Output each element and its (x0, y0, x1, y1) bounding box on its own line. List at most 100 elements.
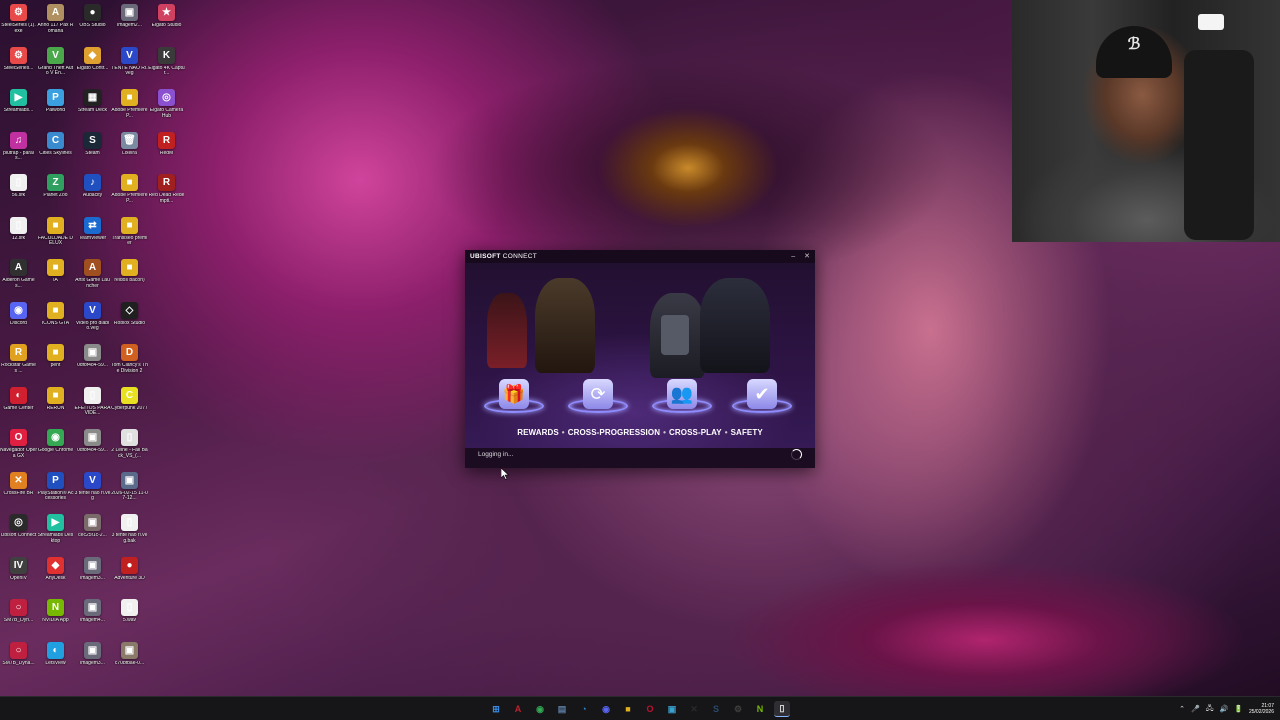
desktop-icon[interactable]: ■ ICONS GTA (37, 301, 74, 345)
taskbar-explorer-files-icon[interactable]: ▤ (554, 701, 570, 717)
desktop-icon[interactable]: R RedM (148, 131, 185, 175)
minimize-button[interactable]: – (791, 253, 795, 260)
desktop-icon[interactable]: V3 tente nao ri.veg (74, 471, 111, 515)
desktop-icon[interactable]: ■ pent (37, 344, 74, 387)
desktop-icon[interactable]: K Elgato 4K Captur... (148, 46, 185, 90)
desktop-icon[interactable]: O Navegador Opera GX (0, 429, 37, 472)
desktop-icon[interactable]: ◆ Elgato Contr... (74, 46, 111, 90)
desktop-icon[interactable]: ◉ Discord (0, 301, 37, 345)
desktop-icon[interactable]: ■ Transiseo premier (111, 216, 148, 260)
taskbar-ubisoft-icon[interactable]: ▯ (774, 701, 790, 717)
taskbar-opera-icon[interactable]: O (642, 701, 658, 717)
desktop-icon[interactable]: ◐ LetsView (37, 641, 74, 685)
desktop-icon[interactable]: ▶ Streamlabs Desktop (37, 514, 74, 557)
desktop-icon[interactable]: V TENTE NAO RI.veg (111, 46, 148, 90)
desktop-icon[interactable]: S Steam (74, 131, 111, 175)
desktop-icon[interactable]: ⚙ SteelSeries (1).exe (0, 4, 37, 47)
desktop-icon[interactable]: ▯ 3 tente nao ri.veg.bak (111, 514, 148, 557)
desktop-icon[interactable]: Z Planet Zoo (37, 174, 74, 217)
window-titlebar[interactable]: UBISOFT CONNECT – ✕ (465, 250, 815, 263)
taskbar-folder-icon[interactable]: ■ (620, 701, 636, 717)
desktop-icon[interactable]: ◇ Roblox Studio (111, 301, 148, 345)
desktop-icon[interactable]: ▣ imagem2... (111, 4, 148, 47)
taskbar-discord-icon[interactable]: ◉ (598, 701, 614, 717)
network-icon[interactable]: 🖧 (1206, 704, 1214, 715)
desktop-icon[interactable]: C Cyberpunk 2077 (111, 386, 148, 430)
desktop-icon-label: Streamlabs Desktop (37, 533, 74, 544)
app-icon: V (121, 46, 138, 64)
desktop-icon[interactable]: ▣ 0df8f484-59... (74, 429, 111, 472)
taskbar-chrome-icon[interactable]: ◉ (532, 701, 548, 717)
taskbar-settings-icon[interactable]: ⚙ (730, 701, 746, 717)
desktop-icon[interactable]: ◎ Elgato Camera Hub (148, 89, 185, 132)
cross-play-feature: 👥 (649, 373, 715, 415)
hero-banner: 🎁 ⟳ 👥 ✔ REWARDS • CROSS-PROGRESSION • CROSS-… (465, 263, 815, 448)
taskbar-steam-icon[interactable]: S (708, 701, 724, 717)
desktop-icon[interactable]: V Video pro diablo.veg (74, 301, 111, 345)
desktop-icon[interactable]: ▯ EFEITOS PARA VIDE... (74, 386, 111, 430)
desktop-icon[interactable]: ▣ c70bfbae-0... (111, 641, 148, 685)
desktop-icon[interactable]: ■ FACULDADE DELUX (37, 216, 74, 260)
taskbar-edge-icon[interactable]: ◔ (576, 701, 592, 717)
desktop-icon[interactable]: ▯ 5.wav (111, 599, 148, 642)
desktop-icon[interactable]: A Alderon Games... (0, 259, 37, 302)
battery-icon[interactable]: 🔋 (1234, 705, 1243, 713)
desktop-icon[interactable]: ● OBS Studio (74, 4, 111, 47)
desktop-icon[interactable]: ◎ Ubisoft Connect (0, 514, 37, 557)
desktop-icon[interactable]: ▶ Streamlabs... (0, 89, 37, 132)
desktop-icon[interactable]: C Cities Skylines (37, 131, 74, 175)
taskbar-nvidia-icon[interactable]: N (752, 701, 768, 717)
desktop-icon[interactable]: ▣ 2026-02-15 11-07-12... (111, 471, 148, 515)
loading-spinner-icon (791, 448, 802, 460)
desktop-icon[interactable]: V Grand Theft Auto V En... (37, 46, 74, 90)
desktop-icon[interactable]: ⚙ SteelSeries... (0, 46, 37, 90)
app-icon: V (84, 301, 101, 319)
desktop-icon[interactable]: ▯ 56.sfk (0, 174, 37, 217)
desktop-icon[interactable]: ▣ cec25f1c-2... (74, 514, 111, 557)
desktop-icon-label: SteelSeries... (3, 65, 34, 71)
desktop-icon[interactable]: 🗑 Lixeira (111, 131, 148, 175)
desktop-icon[interactable]: P PlayStation® Accessories (37, 471, 74, 515)
app-icon: ▯ (84, 386, 101, 404)
microphone-icon[interactable]: 🎤 (1191, 705, 1200, 713)
taskbar-photos-icon[interactable]: ▣ (664, 701, 680, 717)
desktop-icon[interactable]: ▣ imagem4... (74, 599, 111, 642)
desktop-icon[interactable]: ⇄ TeamViewer (74, 216, 111, 260)
desktop-icon[interactable]: ▣ imagem3... (74, 641, 111, 685)
taskbar-app-a-icon[interactable]: A (510, 701, 526, 717)
desktop-icon[interactable]: ★ Elgato Studio (148, 4, 185, 47)
desktop-icon[interactable]: ◉ Google Chrome (37, 429, 74, 472)
close-button[interactable]: ✕ (804, 253, 810, 260)
desktop-icon[interactable]: ♪ Audacity (74, 174, 111, 217)
volume-icon[interactable]: 🔊 (1220, 705, 1229, 713)
desktop-icon[interactable]: A Anno 117 Pax Romana (37, 4, 74, 47)
desktop-icon[interactable]: ○ SM7B_Dyna... (0, 641, 37, 685)
taskbar-start-button-icon[interactable]: ⊞ (488, 701, 504, 717)
desktop-icon[interactable]: A Artix Game Launcher (74, 259, 111, 302)
desktop-icon[interactable]: ● Adventure 3D (111, 556, 148, 600)
desktop-icon[interactable]: N NVIDIA App (37, 599, 74, 642)
desktop-icon[interactable]: ♫ piutrap - parais... (0, 131, 37, 175)
desktop-icon[interactable]: R Red Dead Redempti... (148, 174, 185, 217)
desktop-icon[interactable]: ▣ imagem3... (74, 556, 111, 600)
desktop-icon[interactable]: ■ Adobe Premiere P... (111, 89, 148, 132)
desktop-icon[interactable]: ✕ CrossFire BR (0, 471, 37, 515)
desktop-icon[interactable]: ■ reidos bacon) (111, 259, 148, 302)
desktop-icon[interactable]: P Palworld (37, 89, 74, 132)
desktop-icon[interactable]: R Rockstar Games ... (0, 344, 37, 387)
tray-overflow-chevron-icon[interactable]: ⌃ (1179, 705, 1185, 713)
desktop-icon[interactable]: ▣ 0df8f484-59... (74, 344, 111, 387)
taskbar-xbox-icon[interactable]: ✕ (686, 701, 702, 717)
desktop-icon[interactable]: ◆ AnyDesk (37, 556, 74, 600)
desktop-icon[interactable]: D Tom Clancy's The Division 2 (111, 344, 148, 387)
desktop-icon[interactable]: ■ Adobe Premiere P... (111, 174, 148, 217)
desktop-icon[interactable]: IV OpenIV (0, 556, 37, 600)
desktop-icon[interactable]: ▯ 12.sfk (0, 216, 37, 260)
clock[interactable]: 21:07 25/02/2026 (1249, 703, 1274, 716)
desktop-icon[interactable]: ▯ 2 Lelne - Fall Back_VS_(... (111, 429, 148, 472)
desktop-icon[interactable]: ▦ Stream Deck (74, 89, 111, 132)
desktop-icon[interactable]: ■ RERUN (37, 386, 74, 430)
desktop-icon[interactable]: ○ SM7B_Dyn... (0, 599, 37, 642)
desktop-icon[interactable]: ◐ Game Center (0, 386, 37, 430)
desktop-icon[interactable]: ■ IA (37, 259, 74, 302)
